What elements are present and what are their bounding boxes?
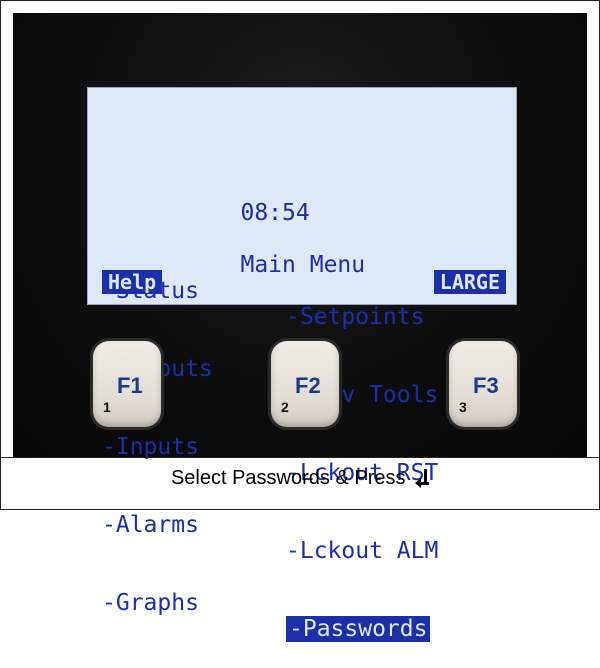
f2-button[interactable]: F2 2 bbox=[271, 341, 339, 427]
lcd-display: 08:54 Main Menu -Status -Setpoints -Outp… bbox=[87, 87, 517, 642]
softkey-help[interactable]: Help bbox=[102, 270, 163, 294]
enter-return-icon bbox=[415, 469, 430, 488]
menu-item-lckout-alm[interactable]: -Lckout ALM bbox=[286, 538, 438, 564]
caption-text: Select Passwords & Press bbox=[170, 467, 406, 489]
lcd-header: 08:54 Main Menu bbox=[102, 148, 512, 278]
lcd-time: 08:54 bbox=[240, 200, 310, 226]
f1-button[interactable]: F1 1 bbox=[93, 341, 161, 427]
f1-number: 1 bbox=[103, 399, 111, 415]
f3-number: 3 bbox=[459, 399, 467, 415]
f3-button[interactable]: F3 3 bbox=[449, 341, 517, 427]
f3-label: F3 bbox=[473, 373, 499, 398]
f1-label: F1 bbox=[117, 373, 143, 398]
f2-number: 2 bbox=[281, 399, 289, 415]
instruction-figure: 08:54 Main Menu -Status -Setpoints -Outp… bbox=[0, 0, 600, 642]
f2-label: F2 bbox=[295, 373, 321, 398]
softkey-large[interactable]: LARGE bbox=[433, 270, 506, 294]
menu-item-passwords-selected[interactable]: -Passwords bbox=[286, 616, 431, 642]
caption-divider bbox=[1, 457, 599, 458]
menu-item-setpoints[interactable]: -Setpoints bbox=[286, 304, 424, 330]
menu-item-graphs[interactable]: -Graphs bbox=[102, 590, 199, 616]
menu-item-alarms[interactable]: -Alarms bbox=[102, 512, 199, 538]
instruction-caption: Select Passwords & Press bbox=[1, 467, 599, 490]
